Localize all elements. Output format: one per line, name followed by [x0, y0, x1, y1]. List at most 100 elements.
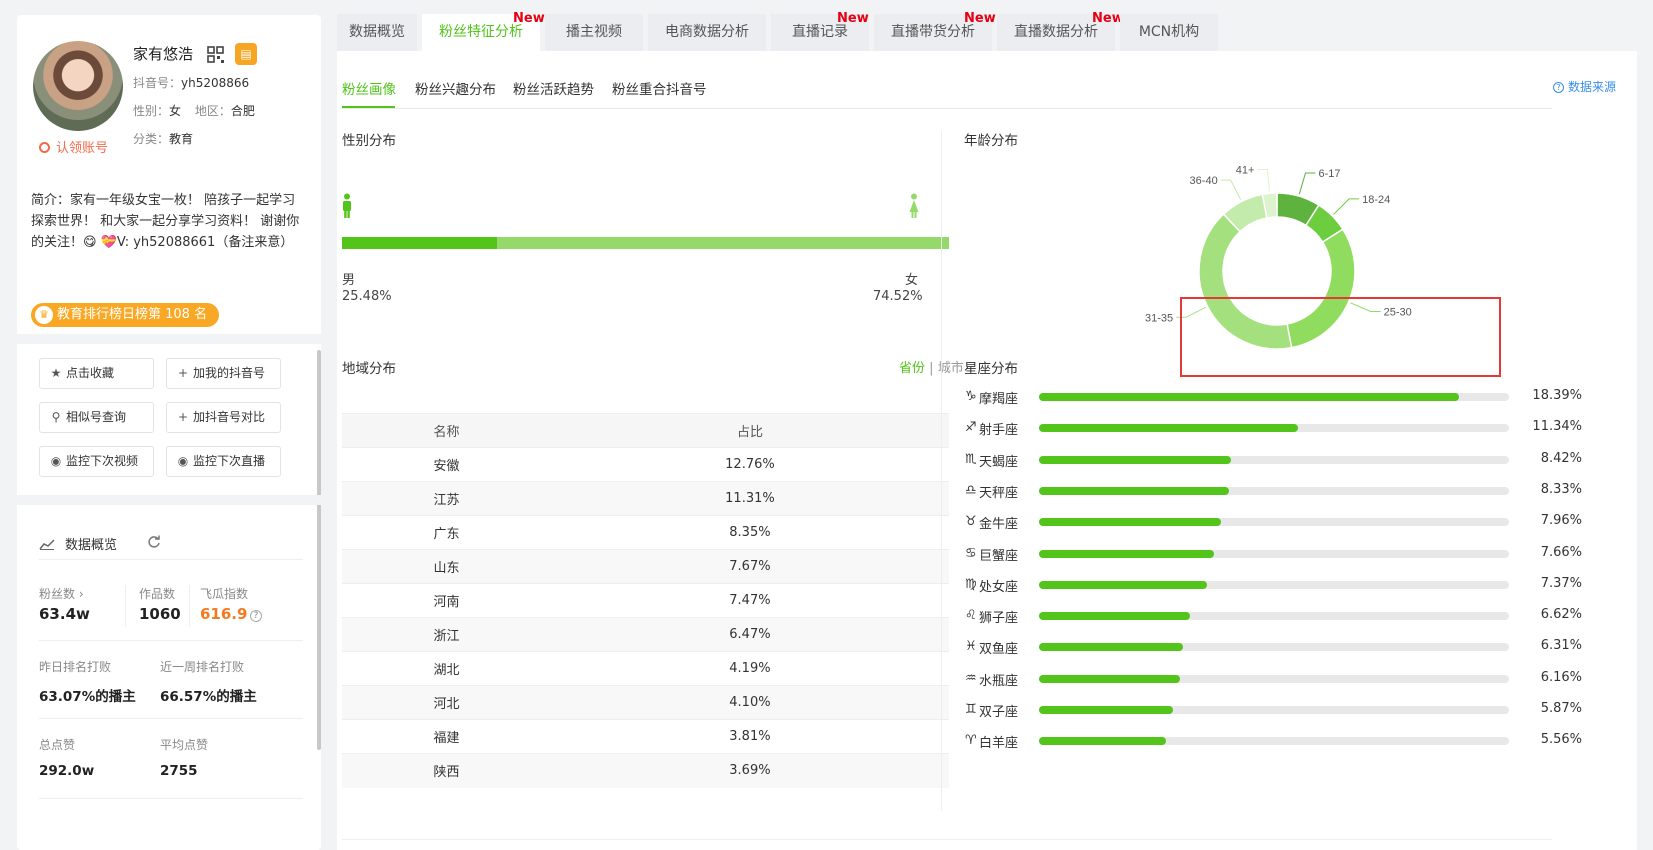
profile-bio: 简介：家有一年级女宝一枚！ 陪孩子一起学习探索世界！ 和大家一起分享学习资料！ … [31, 193, 300, 250]
divider [39, 798, 303, 799]
zodiac-bar-track [1039, 643, 1509, 652]
plus-icon: + [177, 366, 189, 380]
zodiac-name: 巨蟹座 [979, 548, 1019, 564]
subtab-fan-activity[interactable]: 粉丝活跃趋势 [513, 78, 594, 98]
subtab-fan-interests[interactable]: 粉丝兴趣分布 [415, 78, 496, 98]
avg-likes-label: 平均点赞 [160, 738, 209, 752]
table-row: 山东 7.67% [342, 549, 949, 584]
zodiac-name: 白羊座 [979, 736, 1019, 752]
female-value: 74.52% [873, 289, 923, 304]
chart-icon [39, 539, 55, 550]
zodiac-row: ♎ 天秤座 8.33% [962, 481, 1582, 501]
zodiac-icon: ♎ [965, 482, 977, 498]
zodiac-icon: ♋ [965, 545, 977, 561]
zodiac-icon: ♏ [965, 451, 977, 467]
week-rank-label: 近一周排名打败 [160, 660, 245, 674]
zodiac-icon: ♓ [965, 639, 977, 655]
yesterday-rank-value: 63.07%的播主 [39, 689, 136, 705]
table-row: 湖北 4.19% [342, 651, 949, 686]
age-label-line [1220, 179, 1242, 200]
qr-code-icon[interactable] [207, 46, 224, 63]
zodiac-name: 天蝎座 [979, 454, 1019, 470]
data-source-link[interactable]: ? 数据来源 [1552, 78, 1616, 95]
monitor-video-button[interactable]: ◉ 监控下次视频 [39, 446, 154, 477]
table-row: 陕西 3.69% [342, 753, 949, 788]
chevron-right-icon: › [78, 587, 84, 601]
zodiac-name: 双鱼座 [979, 642, 1019, 658]
search-icon: ⚲ [51, 410, 61, 424]
col-share-header: 占比 [550, 413, 949, 448]
zodiac-row: ♈ 白羊座 5.56% [962, 731, 1582, 751]
sidebar-scrollbar[interactable] [317, 350, 321, 750]
add-compare-button[interactable]: + 加抖音号对比 [166, 402, 281, 433]
zodiac-value: 11.34% [1532, 419, 1582, 435]
zodiac-bar [1039, 424, 1298, 433]
zodiac-bar-track [1039, 674, 1509, 683]
zodiac-name: 天秤座 [979, 485, 1019, 501]
works-value: 1060 [139, 605, 181, 623]
subtab-fan-profile[interactable]: 粉丝画像 [342, 78, 396, 98]
tab-creator-videos[interactable]: 播主视频 [545, 14, 643, 51]
age-label: 18-24 [1362, 194, 1390, 206]
divider [342, 108, 1552, 109]
zodiac-value: 7.96% [1540, 513, 1582, 529]
age-label: 41+ [1236, 164, 1255, 176]
age-label-line [1257, 168, 1270, 192]
zodiac-icon: ♍ [965, 576, 977, 592]
zodiac-icon: ♉ [965, 514, 977, 530]
monitor-live-button[interactable]: ◉ 监控下次直播 [166, 446, 281, 477]
favorite-button[interactable]: ★ 点击收藏 [39, 358, 154, 389]
zodiac-bar [1039, 580, 1208, 589]
claim-account-link[interactable]: 认领账号 [39, 137, 108, 156]
zodiac-name: 处女座 [979, 579, 1019, 595]
col-name-header: 名称 [342, 413, 551, 448]
refresh-icon[interactable] [147, 535, 161, 549]
zodiac-value: 8.42% [1540, 450, 1582, 466]
tab-data-overview[interactable]: 数据概览 [337, 14, 417, 51]
zodiac-value: 6.16% [1540, 669, 1582, 685]
tab-mcn[interactable]: MCN机构 [1120, 14, 1218, 51]
gender-title: 性别分布 [342, 133, 396, 149]
table-row: 广东 8.35% [342, 515, 949, 550]
zodiac-title: 星座分布 [964, 361, 1018, 377]
add-mine-button[interactable]: + 加我的抖音号 [166, 358, 281, 389]
zodiac-bar-track [1039, 706, 1509, 714]
zodiac-name: 狮子座 [979, 611, 1019, 627]
age-label-line [1333, 198, 1360, 215]
new-badge: New [964, 11, 996, 26]
zodiac-value: 5.87% [1540, 701, 1582, 716]
table-row: 安徽 12.76% [342, 447, 949, 482]
total-likes-value: 292.0w [39, 763, 95, 779]
zodiac-value: 18.39% [1532, 388, 1582, 403]
age-label-line [1298, 172, 1316, 195]
zodiac-value: 7.37% [1540, 575, 1582, 591]
divider [17, 334, 321, 344]
help-icon[interactable]: ? [250, 610, 262, 622]
rank-badge[interactable]: ♛ 教育排行榜日榜第 108 名 [31, 303, 220, 327]
eye-icon: ◉ [50, 454, 62, 468]
new-badge: New [1092, 11, 1124, 26]
tab-ecommerce[interactable]: 电商数据分析 [648, 14, 766, 51]
fans-label[interactable]: 粉丝数 › [39, 585, 84, 602]
gender-bar [342, 237, 949, 249]
zodiac-row: ♊ 双子座 5.87% [962, 700, 1582, 720]
zodiac-value: 8.33% [1540, 481, 1582, 497]
category: 分类：教育 [133, 132, 194, 146]
zodiac-row: ♋ 巨蟹座 7.66% [962, 544, 1582, 564]
male-label: 男 [342, 273, 356, 288]
plus-icon: + [177, 410, 189, 424]
similar-search-button[interactable]: ⚲ 相似号查询 [39, 402, 154, 433]
divider [17, 495, 321, 505]
zodiac-name: 水瓶座 [979, 673, 1019, 689]
profile-name: 家有悠浩 [133, 45, 194, 63]
toggle-province[interactable]: 省份 [899, 361, 925, 376]
zodiac-bar-track [1039, 424, 1509, 433]
works-label: 作品数 [139, 587, 176, 601]
zodiac-row: ♐ 射手座 11.34% [962, 418, 1582, 438]
zodiac-bar [1039, 737, 1166, 746]
zodiac-value: 5.56% [1540, 732, 1582, 748]
zodiac-value: 6.31% [1540, 638, 1582, 654]
avatar[interactable] [33, 41, 123, 131]
store-icon[interactable]: ▤ [235, 43, 257, 65]
subtab-fan-overlap[interactable]: 粉丝重合抖音号 [612, 78, 707, 98]
